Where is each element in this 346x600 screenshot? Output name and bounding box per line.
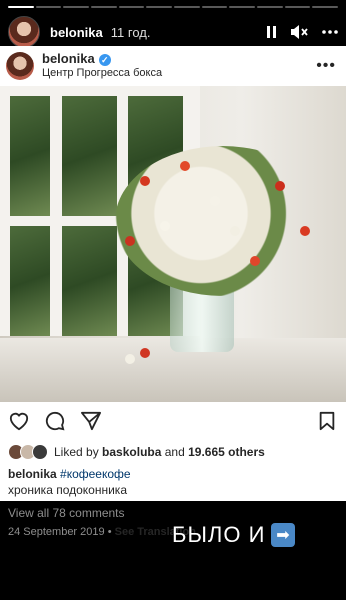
story-avatar[interactable] [8,16,40,48]
story-timestamp: 11 год. [110,24,151,40]
post-more-icon[interactable]: ••• [316,57,336,75]
likes-line[interactable]: Liked by baskoluba and 19.665 others [8,444,338,460]
view-comments-link[interactable]: View all 78 comments [8,506,125,520]
right-arrow-icon: ➡ [271,523,296,547]
story-header: belonika 11 год. [8,14,338,50]
post-photo[interactable] [0,86,346,402]
caption-username[interactable]: belonika [8,467,57,481]
progress-segment [63,6,90,8]
share-icon[interactable] [80,411,102,436]
progress-segment [284,6,311,8]
progress-segment [91,6,117,8]
liker-avatars [8,444,48,460]
story-progress-bar [8,6,339,8]
progress-segment [146,6,173,8]
shared-post-card[interactable]: belonika ✓ Центр Прогресса бокса ••• Lik… [0,46,346,538]
caption-text: хроника подоконника [8,483,127,498]
caption-hashtag[interactable]: #кофеекофе [60,467,131,481]
post-caption: belonika #кофеекофе хроника подоконника [8,466,338,498]
post-location[interactable]: Центр Прогресса бокса [42,67,162,80]
photo-bouquet [115,146,330,296]
progress-segment [201,6,228,8]
story-overlay-text: БЫЛО И ➡ [172,522,296,548]
post-avatar[interactable] [6,52,34,80]
date-separator: • [104,526,115,538]
overlay-caption: БЫЛО И [172,522,266,547]
like-heart-icon[interactable] [8,411,30,436]
progress-segment [118,6,145,8]
story-controls [267,24,338,40]
more-options-icon[interactable] [322,30,338,34]
progress-segment [257,6,283,8]
liked-by-user[interactable]: baskoluba [102,445,161,459]
bookmark-icon[interactable] [318,411,336,435]
progress-segment [312,6,339,8]
post-username[interactable]: belonika [42,51,95,67]
post-date-line: 24 September 2019 • See Translation [8,526,196,538]
progress-segment [174,6,200,8]
post-header: belonika ✓ Центр Прогресса бокса ••• [0,46,346,86]
post-date: 24 September 2019 [8,526,105,538]
likes-and: and [161,445,189,459]
pause-icon[interactable] [267,26,276,38]
progress-segment [35,6,62,8]
likes-count[interactable]: 19.665 others [188,445,265,459]
likes-prefix: Liked by [54,445,99,459]
verified-badge-icon: ✓ [98,53,111,66]
progress-segment [229,6,256,8]
story-username[interactable]: belonika [50,25,103,40]
mute-icon[interactable] [290,24,308,40]
progress-segment [8,6,34,8]
post-actions [8,410,336,436]
comment-icon[interactable] [44,411,66,436]
